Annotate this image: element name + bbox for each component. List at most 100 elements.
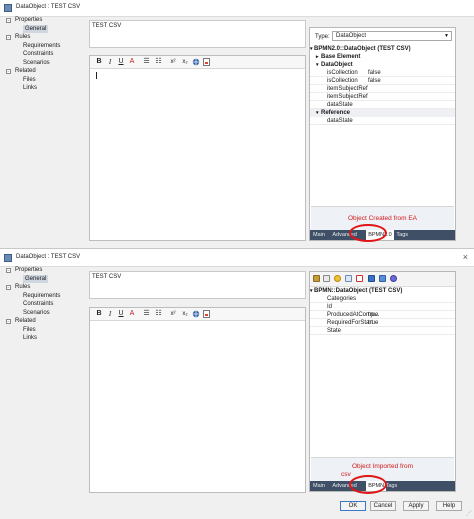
- property-row[interactable]: RequiredForStart true: [310, 319, 455, 327]
- tree-item[interactable]: − Rules: [5, 33, 85, 42]
- property-value[interactable]: true: [368, 311, 378, 319]
- tree-item[interactable]: General: [5, 24, 85, 33]
- tree-item[interactable]: Links: [5, 334, 85, 343]
- tab-tags[interactable]: Tags: [386, 481, 398, 491]
- expand-arrow-icon[interactable]: ▾: [316, 109, 319, 117]
- type-dropdown[interactable]: DataObject ▼: [332, 31, 452, 41]
- tree-item[interactable]: Scenarios: [5, 309, 85, 318]
- element-name-field[interactable]: TEST CSV: [89, 271, 306, 299]
- tab-main[interactable]: Main: [313, 481, 325, 491]
- categorized-icon[interactable]: [313, 275, 320, 282]
- tree-item[interactable]: Constraints: [5, 50, 85, 59]
- italic-button[interactable]: I: [106, 58, 114, 66]
- collapse-icon[interactable]: −: [6, 35, 11, 40]
- ok-button[interactable]: OK: [340, 501, 366, 511]
- save-icon[interactable]: [368, 275, 375, 282]
- title-bar[interactable]: DataObject : TEST CSV ×: [0, 250, 474, 267]
- hyperlink-icon[interactable]: [191, 58, 200, 66]
- collapse-icon[interactable]: −: [6, 285, 11, 290]
- tree-item[interactable]: − Properties: [5, 266, 85, 275]
- tab-tags[interactable]: Tags: [396, 230, 408, 240]
- delete-icon[interactable]: [356, 275, 363, 282]
- refresh-icon[interactable]: [379, 275, 386, 282]
- property-group-header[interactable]: ▾ BPMN2.0::DataObject (TEST CSV): [310, 45, 455, 53]
- close-icon[interactable]: ×: [463, 252, 468, 262]
- resize-grip-icon[interactable]: ⋰: [466, 510, 472, 517]
- property-row[interactable]: dataState: [310, 101, 455, 109]
- collapse-icon[interactable]: −: [6, 18, 11, 23]
- help-button[interactable]: Help: [436, 501, 462, 511]
- insert-document-icon[interactable]: [202, 310, 211, 318]
- tree-item[interactable]: − Properties: [5, 16, 85, 25]
- underline-button[interactable]: U: [117, 58, 125, 66]
- collapse-icon[interactable]: −: [6, 268, 11, 273]
- tree-item[interactable]: − Rules: [5, 283, 85, 292]
- property-row[interactable]: State: [310, 327, 455, 335]
- property-value[interactable]: false: [368, 69, 381, 77]
- expand-arrow-icon[interactable]: ▾: [310, 45, 313, 53]
- tree-item[interactable]: Requirements: [5, 42, 85, 51]
- tree-item[interactable]: Constraints: [5, 300, 85, 309]
- subscript-button[interactable]: x₂: [180, 58, 190, 66]
- subscript-button[interactable]: x₂: [180, 310, 190, 318]
- tree-item-label: Related: [15, 318, 36, 324]
- title-bar[interactable]: DataObject : TEST CSV: [0, 0, 474, 17]
- numbering-button[interactable]: ☷: [154, 310, 163, 318]
- font-color-button[interactable]: A: [128, 310, 136, 318]
- property-group-header[interactable]: ▾ DataObject: [310, 61, 455, 69]
- property-row[interactable]: Categories: [310, 295, 455, 303]
- tab-main[interactable]: Main: [313, 230, 325, 240]
- superscript-button[interactable]: x²: [168, 310, 178, 318]
- property-row[interactable]: itemSubjectRef: [310, 93, 455, 101]
- property-name: BPMN2.0::DataObject (TEST CSV): [314, 46, 411, 52]
- cancel-button[interactable]: Cancel: [370, 501, 396, 511]
- collapse-icon[interactable]: −: [6, 69, 11, 74]
- collapse-icon[interactable]: −: [6, 319, 11, 324]
- tree-item[interactable]: Scenarios: [5, 59, 85, 68]
- property-group-header[interactable]: ▾ Reference: [310, 109, 455, 117]
- element-name-field[interactable]: TEST CSV: [89, 20, 306, 48]
- property-group-header[interactable]: ▾ BPMN::DataObject (TEST CSV): [310, 287, 455, 295]
- tree-item[interactable]: Files: [5, 76, 85, 85]
- tree-item[interactable]: Links: [5, 84, 85, 93]
- bold-button[interactable]: B: [95, 310, 103, 318]
- element-name-value: TEST CSV: [92, 23, 122, 29]
- tree-item[interactable]: Requirements: [5, 292, 85, 301]
- apply-button[interactable]: Apply: [403, 501, 429, 511]
- element-name-value: TEST CSV: [92, 274, 122, 280]
- superscript-button[interactable]: x²: [168, 58, 178, 66]
- font-color-button[interactable]: A: [128, 58, 136, 66]
- property-row[interactable]: isCollection false: [310, 69, 455, 77]
- property-row[interactable]: isCollection false: [310, 77, 455, 85]
- bullets-button[interactable]: ☰: [142, 58, 151, 66]
- expand-arrow-icon[interactable]: ▾: [316, 61, 319, 69]
- notes-editor[interactable]: B I U A ☰ ☷ x² x₂: [89, 55, 306, 241]
- tree-item[interactable]: − Related: [5, 317, 85, 326]
- notes-editor[interactable]: B I U A ☰ ☷ x² x₂: [89, 307, 306, 493]
- tree-item[interactable]: Files: [5, 326, 85, 335]
- tree-item[interactable]: − Related: [5, 67, 85, 76]
- tree-item[interactable]: General: [5, 274, 85, 283]
- property-name: itemSubjectRef: [327, 94, 368, 100]
- edit-icon[interactable]: [345, 275, 352, 282]
- filter-icon[interactable]: [390, 275, 397, 282]
- italic-button[interactable]: I: [106, 310, 114, 318]
- expand-arrow-icon[interactable]: ▸: [316, 53, 319, 61]
- property-group-header[interactable]: ▸ Base Element: [310, 53, 455, 61]
- property-row[interactable]: Id: [310, 303, 455, 311]
- property-row[interactable]: dataState: [310, 117, 455, 125]
- hyperlink-icon[interactable]: [191, 310, 200, 318]
- lightbulb-icon[interactable]: [334, 275, 341, 282]
- bullets-button[interactable]: ☰: [142, 310, 151, 318]
- property-value[interactable]: false: [368, 77, 381, 85]
- insert-document-icon[interactable]: [202, 58, 211, 66]
- property-row[interactable]: itemSubjectRef: [310, 85, 455, 93]
- underline-button[interactable]: U: [117, 310, 125, 318]
- sort-icon[interactable]: [323, 275, 330, 282]
- property-row[interactable]: ProducedAtComp... true: [310, 311, 455, 319]
- expand-arrow-icon[interactable]: ▾: [310, 287, 313, 295]
- tree-item-label: Related: [15, 68, 36, 74]
- numbering-button[interactable]: ☷: [154, 58, 163, 66]
- property-value[interactable]: true: [368, 319, 378, 327]
- bold-button[interactable]: B: [95, 58, 103, 66]
